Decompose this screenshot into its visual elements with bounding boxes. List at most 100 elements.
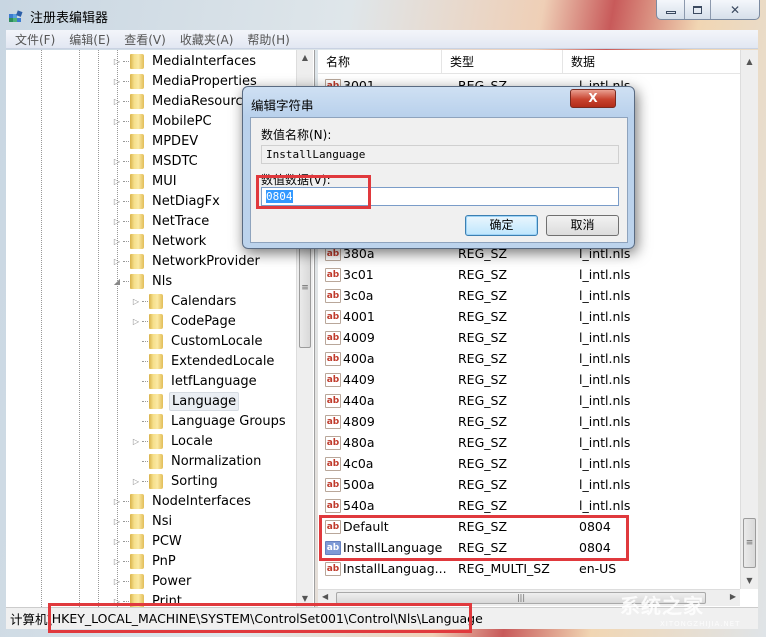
tree-item[interactable]: ▷ PnP: [112, 551, 178, 571]
menu-view[interactable]: 查看(V): [115, 31, 171, 48]
list-row[interactable]: ab 540a REG_SZ l_intl.nls: [318, 495, 740, 516]
expand-arrow-icon[interactable]: ▷: [112, 517, 122, 526]
expand-arrow-icon[interactable]: ▷: [112, 577, 122, 586]
tree-item[interactable]: ▷ NetworkProvider: [112, 251, 262, 271]
collapse-arrow-icon[interactable]: ◢: [112, 277, 122, 286]
scroll-up-arrow-icon[interactable]: ▲: [741, 54, 758, 70]
expand-arrow-icon[interactable]: ▷: [112, 557, 122, 566]
list-row[interactable]: ab 3c01 REG_SZ l_intl.nls: [318, 264, 740, 285]
expand-arrow-icon[interactable]: ▷: [112, 57, 122, 66]
maximize-button[interactable]: [685, 0, 711, 19]
menu-file[interactable]: 文件(F): [6, 31, 60, 48]
list-row[interactable]: ab 4409 REG_SZ l_intl.nls: [318, 369, 740, 390]
tree-item[interactable]: ▷ Print: [112, 591, 184, 607]
cancel-button[interactable]: 取消: [546, 215, 619, 236]
tree-item[interactable]: ▷ NetDiagFx: [112, 191, 222, 211]
column-header-name[interactable]: 名称: [318, 50, 442, 74]
list-row[interactable]: ab 480a REG_SZ l_intl.nls: [318, 432, 740, 453]
expand-arrow-icon[interactable]: ▷: [131, 477, 141, 486]
column-header-type[interactable]: 类型: [442, 50, 563, 74]
value-data-input[interactable]: 0804: [261, 187, 619, 206]
list-row[interactable]: ab InstallLanguag... REG_MULTI_SZ en-US: [318, 558, 740, 579]
tree-item[interactable]: ▷ MediaProperties: [112, 71, 259, 91]
list-row[interactable]: ab 440a REG_SZ l_intl.nls: [318, 390, 740, 411]
tree-item-label: MobilePC: [152, 113, 212, 129]
expand-arrow-icon[interactable]: ▷: [112, 257, 122, 266]
expand-arrow-icon[interactable]: ▷: [112, 97, 122, 106]
list-row[interactable]: ab 400a REG_SZ l_intl.nls: [318, 348, 740, 369]
scroll-down-arrow-icon[interactable]: ▼: [741, 573, 758, 589]
folder-icon: [149, 453, 163, 469]
tree-connector: [142, 320, 148, 322]
tree-item[interactable]: ◢ Nls: [112, 271, 174, 291]
expand-arrow-icon[interactable]: ▷: [131, 437, 141, 446]
list-row[interactable]: ab 4001 REG_SZ l_intl.nls: [318, 306, 740, 327]
list-row[interactable]: ab 4c0a REG_SZ l_intl.nls: [318, 453, 740, 474]
tree-item[interactable]: ▷ MediaResources: [112, 91, 259, 111]
expand-arrow-icon[interactable]: ▷: [112, 77, 122, 86]
list-row[interactable]: ab 4809 REG_SZ l_intl.nls: [318, 411, 740, 432]
scrollbar-thumb[interactable]: ≡: [743, 518, 756, 568]
menu-favorites[interactable]: 收藏夹(A): [171, 31, 239, 48]
tree-item[interactable]: ▷ NetTrace: [112, 211, 211, 231]
expand-arrow-icon[interactable]: ▷: [112, 157, 122, 166]
tree-item[interactable]: ▷ Sorting: [131, 471, 220, 491]
tree-item-label: PCW: [152, 533, 182, 549]
string-value-icon: ab: [325, 561, 341, 576]
tree-item[interactable]: ExtendedLocale: [131, 351, 276, 371]
tree-item[interactable]: IetfLanguage: [131, 371, 259, 391]
close-button[interactable]: ✕: [711, 0, 759, 19]
tree-item[interactable]: ▷ Power: [112, 571, 193, 591]
tree-item[interactable]: Normalization: [131, 451, 263, 471]
tree-item[interactable]: ▷ MSDTC: [112, 151, 200, 171]
expand-arrow-icon[interactable]: ▷: [131, 317, 141, 326]
minimize-button[interactable]: [657, 0, 685, 19]
folder-icon: [130, 73, 144, 89]
menu-help[interactable]: 帮助(H): [238, 31, 294, 48]
list-row[interactable]: ab 4009 REG_SZ l_intl.nls: [318, 327, 740, 348]
expand-arrow-icon[interactable]: ▷: [112, 177, 122, 186]
list-row[interactable]: ab InstallLanguage REG_SZ 0804: [318, 537, 740, 558]
expand-arrow-icon[interactable]: ▷: [112, 217, 122, 226]
folder-icon: [149, 353, 163, 369]
tree-item[interactable]: MPDEV: [112, 131, 200, 151]
tree-item[interactable]: ▷ CodePage: [131, 311, 238, 331]
scroll-up-arrow-icon[interactable]: ▲: [297, 50, 313, 66]
folder-icon: [130, 113, 144, 129]
tree-item[interactable]: ▷ MobilePC: [112, 111, 214, 131]
expand-arrow-icon[interactable]: ▷: [131, 297, 141, 306]
scroll-right-arrow-icon[interactable]: ▶: [730, 592, 736, 601]
expand-arrow-icon[interactable]: ▷: [112, 537, 122, 546]
list-vertical-scrollbar[interactable]: ▲ ≡ ▼: [740, 50, 758, 589]
list-row[interactable]: ab 3c0a REG_SZ l_intl.nls: [318, 285, 740, 306]
list-row[interactable]: ab 500a REG_SZ l_intl.nls: [318, 474, 740, 495]
scroll-down-arrow-icon[interactable]: ▼: [297, 591, 313, 607]
dialog-close-button[interactable]: X: [570, 89, 616, 108]
tree-item[interactable]: CustomLocale: [131, 331, 265, 351]
tree-item[interactable]: ▷ NodeInterfaces: [112, 491, 253, 511]
tree-item[interactable]: ▷ Network: [112, 231, 208, 251]
tree-item[interactable]: ▷ Calendars: [131, 291, 238, 311]
expand-arrow-icon[interactable]: ▷: [112, 117, 122, 126]
tree-item[interactable]: Language Groups: [131, 411, 288, 431]
tree-connector: [123, 80, 129, 82]
expand-arrow-icon[interactable]: ▷: [112, 237, 122, 246]
tree-item[interactable]: ▷ Locale: [131, 431, 215, 451]
folder-icon: [130, 513, 144, 529]
expand-arrow-icon[interactable]: ▷: [112, 597, 122, 606]
expand-arrow-icon[interactable]: ▷: [112, 497, 122, 506]
tree-item[interactable]: Language: [131, 391, 240, 411]
column-header-data[interactable]: 数据: [563, 50, 740, 74]
folder-icon: [130, 253, 144, 269]
list-row[interactable]: ab Default REG_SZ 0804: [318, 516, 740, 537]
cell-type: REG_MULTI_SZ: [458, 561, 550, 576]
scroll-left-arrow-icon[interactable]: ◀: [322, 592, 328, 601]
cell-type: REG_SZ: [458, 351, 508, 366]
expand-arrow-icon[interactable]: ▷: [112, 197, 122, 206]
tree-item[interactable]: ▷ PCW: [112, 531, 184, 551]
tree-item[interactable]: ▷ Nsi: [112, 511, 174, 531]
ok-button[interactable]: 确定: [465, 215, 538, 236]
menu-edit[interactable]: 编辑(E): [60, 31, 115, 48]
tree-item[interactable]: ▷ MediaInterfaces: [112, 51, 258, 71]
tree-item[interactable]: ▷ MUI: [112, 171, 179, 191]
